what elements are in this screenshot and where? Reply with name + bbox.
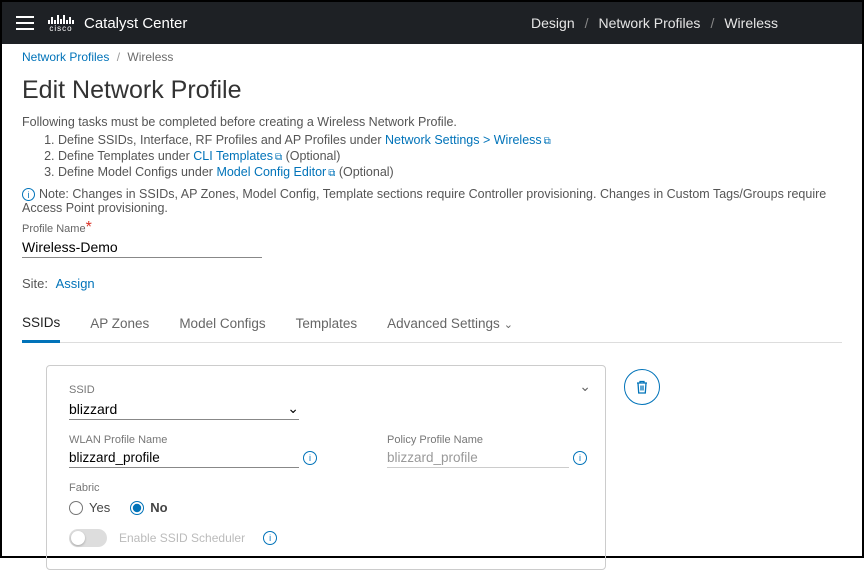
tab-ssids[interactable]: SSIDs xyxy=(22,309,60,343)
fabric-radio-group: Yes No xyxy=(69,500,583,515)
step3-optional: (Optional) xyxy=(335,165,393,179)
crumb-wireless[interactable]: Wireless xyxy=(724,15,778,31)
site-row: Site: Assign xyxy=(22,276,842,291)
crumb-network-profiles[interactable]: Network Profiles xyxy=(22,50,109,64)
cisco-logo: cisco xyxy=(48,14,74,33)
wlan-profile-input[interactable] xyxy=(69,448,299,468)
profile-names-row: WLAN Profile Name i Policy Profile Name … xyxy=(69,434,583,482)
tabs: SSIDs AP Zones Model Configs Templates A… xyxy=(22,309,842,343)
ssid-label: SSID xyxy=(69,384,583,396)
step2-text: Define Templates under xyxy=(58,149,193,163)
required-mark: * xyxy=(86,219,92,236)
ssid-card: ⌄ SSID blizzard ⌄ WLAN Profile Name i P xyxy=(46,365,606,570)
crumb-sep: / xyxy=(710,15,714,31)
wlan-profile-field: WLAN Profile Name i xyxy=(69,434,317,468)
policy-label: Policy Profile Name xyxy=(387,434,587,446)
logo-text: cisco xyxy=(49,25,72,33)
info-icon[interactable]: i xyxy=(303,451,317,465)
delete-button[interactable] xyxy=(624,369,660,405)
ssid-select[interactable]: blizzard ⌄ xyxy=(69,398,299,420)
external-icon: ⧉ xyxy=(544,136,551,147)
tab-templates[interactable]: Templates xyxy=(296,310,358,341)
tab-advanced[interactable]: Advanced Settings ⌄ xyxy=(387,310,513,341)
crumb-design[interactable]: Design xyxy=(531,15,575,31)
scheduler-label: Enable SSID Scheduler xyxy=(119,531,245,545)
sub-breadcrumb: Network Profiles / Wireless xyxy=(2,44,862,68)
assign-site-link[interactable]: Assign xyxy=(56,276,95,291)
crumb-profiles[interactable]: Network Profiles xyxy=(599,15,701,31)
page-title: Edit Network Profile xyxy=(22,76,842,105)
intro-text: Following tasks must be completed before… xyxy=(22,115,842,129)
info-icon[interactable]: i xyxy=(573,451,587,465)
tab-model-configs[interactable]: Model Configs xyxy=(179,310,265,341)
ssid-card-row: ⌄ SSID blizzard ⌄ WLAN Profile Name i P xyxy=(46,365,842,570)
info-icon[interactable]: i xyxy=(263,531,277,545)
step-2: Define Templates under CLI Templates⧉ (O… xyxy=(58,149,842,163)
fabric-no-radio[interactable]: No xyxy=(130,500,167,515)
fabric-label: Fabric xyxy=(69,482,583,494)
cli-templates-link[interactable]: CLI Templates xyxy=(193,149,273,163)
step-1: Define SSIDs, Interface, RF Profiles and… xyxy=(58,133,842,147)
scheduler-row: Enable SSID Scheduler i xyxy=(69,529,583,547)
tab-ap-zones[interactable]: AP Zones xyxy=(90,310,149,341)
ssid-value: blizzard xyxy=(69,401,117,417)
content: Edit Network Profile Following tasks mus… xyxy=(2,68,862,570)
crumb-current: Wireless xyxy=(127,50,173,64)
profile-name-input[interactable] xyxy=(22,237,262,258)
site-label: Site: xyxy=(22,276,48,291)
step3-text: Define Model Configs under xyxy=(58,165,216,179)
step1-text: Define SSIDs, Interface, RF Profiles and… xyxy=(58,133,385,147)
fabric-yes-radio[interactable]: Yes xyxy=(69,500,110,515)
chevron-down-icon: ⌄ xyxy=(287,400,299,417)
top-bar: cisco Catalyst Center Design / Network P… xyxy=(2,2,862,44)
step-3: Define Model Configs under Model Config … xyxy=(58,165,842,179)
wlan-label: WLAN Profile Name xyxy=(69,434,317,446)
fabric-yes-label: Yes xyxy=(89,500,110,515)
fabric-field: Fabric Yes No xyxy=(69,482,583,515)
crumb-sep: / xyxy=(117,50,120,64)
note-text: Note: Changes in SSIDs, AP Zones, Model … xyxy=(22,187,826,215)
policy-profile-input xyxy=(387,448,569,468)
fabric-no-label: No xyxy=(150,500,167,515)
top-breadcrumb: Design / Network Profiles / Wireless xyxy=(531,15,778,31)
product-name: Catalyst Center xyxy=(84,15,187,32)
tab-advanced-label: Advanced Settings xyxy=(387,316,500,331)
menu-icon[interactable] xyxy=(16,16,34,30)
collapse-icon[interactable]: ⌄ xyxy=(579,378,591,395)
trash-icon xyxy=(635,379,649,395)
model-config-link[interactable]: Model Config Editor xyxy=(216,165,326,179)
network-settings-link[interactable]: Network Settings > Wireless xyxy=(385,133,542,147)
profile-name-label: Profile Name xyxy=(22,223,86,235)
policy-profile-field: Policy Profile Name i xyxy=(387,434,587,468)
scheduler-toggle[interactable] xyxy=(69,529,107,547)
chevron-down-icon: ⌄ xyxy=(504,319,513,331)
crumb-sep: / xyxy=(585,15,589,31)
ssid-field: SSID blizzard ⌄ xyxy=(69,384,583,420)
info-icon: i xyxy=(22,188,35,201)
steps-list: Define SSIDs, Interface, RF Profiles and… xyxy=(22,133,842,179)
note-row: iNote: Changes in SSIDs, AP Zones, Model… xyxy=(22,187,842,215)
step2-optional: (Optional) xyxy=(282,149,340,163)
profile-name-field: Profile Name* xyxy=(22,219,842,258)
